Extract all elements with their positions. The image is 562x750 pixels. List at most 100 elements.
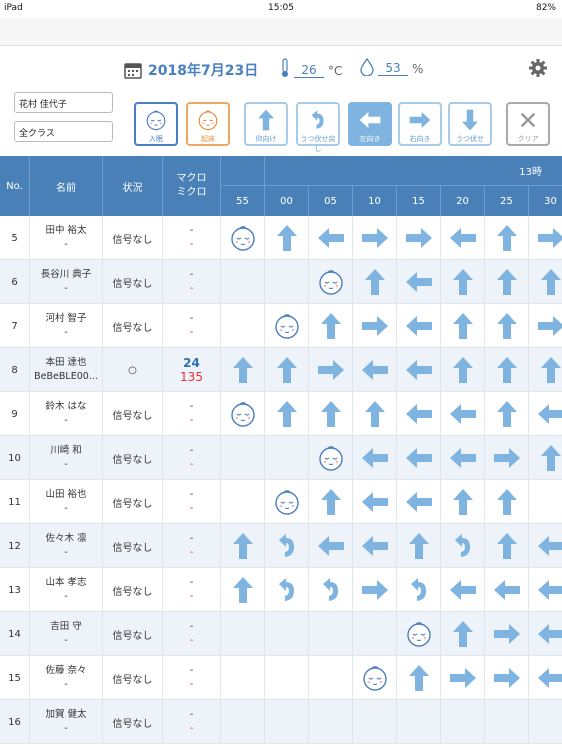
child-name-cell[interactable]: 山本 孝志 - — [30, 568, 103, 612]
check-cell[interactable] — [309, 304, 353, 348]
check-cell[interactable] — [397, 304, 441, 348]
check-cell[interactable] — [441, 392, 485, 436]
check-cell[interactable] — [485, 568, 529, 612]
check-cell[interactable] — [353, 480, 397, 524]
check-cell[interactable] — [397, 260, 441, 304]
check-cell[interactable] — [265, 656, 309, 700]
check-cell[interactable] — [265, 568, 309, 612]
check-cell[interactable] — [397, 392, 441, 436]
child-name-cell[interactable]: 佐々木 凛 - — [30, 524, 103, 568]
check-cell[interactable] — [265, 392, 309, 436]
check-cell[interactable] — [529, 348, 562, 392]
check-cell[interactable] — [397, 612, 441, 656]
check-cell[interactable] — [221, 216, 265, 260]
check-cell[interactable] — [309, 348, 353, 392]
action-button-sleep[interactable]: 入眠 — [134, 102, 178, 146]
action-button-turn[interactable]: うつ伏せ戻し — [296, 102, 340, 153]
check-cell[interactable] — [309, 480, 353, 524]
check-cell[interactable] — [441, 700, 485, 744]
check-cell[interactable] — [353, 568, 397, 612]
check-cell[interactable] — [353, 304, 397, 348]
check-cell[interactable] — [529, 480, 562, 524]
action-button-down[interactable]: うつ伏せ — [448, 102, 492, 146]
check-cell[interactable] — [441, 480, 485, 524]
check-cell[interactable] — [221, 524, 265, 568]
child-name-cell[interactable]: 鈴木 はな - — [30, 392, 103, 436]
check-cell[interactable] — [265, 436, 309, 480]
teacher-select[interactable]: 花村 佳代子 — [14, 92, 113, 113]
check-cell[interactable] — [221, 304, 265, 348]
check-cell[interactable] — [485, 700, 529, 744]
check-cell[interactable] — [397, 436, 441, 480]
date-display[interactable]: 2018年7月23日 — [124, 60, 258, 80]
check-cell[interactable] — [441, 216, 485, 260]
check-cell[interactable] — [221, 700, 265, 744]
check-cell[interactable] — [265, 348, 309, 392]
check-cell[interactable] — [353, 348, 397, 392]
check-cell[interactable] — [441, 260, 485, 304]
check-cell[interactable] — [309, 436, 353, 480]
check-cell[interactable] — [309, 392, 353, 436]
check-cell[interactable] — [441, 612, 485, 656]
child-name-cell[interactable]: 加賀 健太 - — [30, 700, 103, 744]
check-cell[interactable] — [485, 216, 529, 260]
check-cell[interactable] — [353, 436, 397, 480]
check-cell[interactable] — [529, 436, 562, 480]
action-button-wake[interactable]: 起床 — [186, 102, 230, 146]
check-cell[interactable] — [221, 612, 265, 656]
check-cell[interactable] — [309, 700, 353, 744]
check-cell[interactable] — [265, 480, 309, 524]
check-cell[interactable] — [353, 612, 397, 656]
check-cell[interactable] — [485, 612, 529, 656]
check-cell[interactable] — [353, 524, 397, 568]
check-cell[interactable] — [309, 656, 353, 700]
check-cell[interactable] — [309, 260, 353, 304]
check-cell[interactable] — [265, 216, 309, 260]
check-cell[interactable] — [441, 524, 485, 568]
check-cell[interactable] — [397, 480, 441, 524]
class-select[interactable]: 全クラス — [14, 121, 113, 142]
check-cell[interactable] — [309, 216, 353, 260]
check-cell[interactable] — [397, 524, 441, 568]
child-name-cell[interactable]: 吉田 守 - — [30, 612, 103, 656]
action-button-clear[interactable]: クリア — [506, 102, 550, 146]
check-cell[interactable] — [397, 656, 441, 700]
check-cell[interactable] — [397, 348, 441, 392]
check-cell[interactable] — [221, 568, 265, 612]
temperature-value[interactable]: 26 — [294, 63, 324, 78]
check-cell[interactable] — [485, 260, 529, 304]
check-cell[interactable] — [529, 656, 562, 700]
check-cell[interactable] — [353, 260, 397, 304]
check-cell[interactable] — [485, 348, 529, 392]
check-cell[interactable] — [529, 700, 562, 744]
action-button-left[interactable]: 左向き — [348, 102, 392, 146]
check-cell[interactable] — [529, 260, 562, 304]
check-cell[interactable] — [529, 304, 562, 348]
check-cell[interactable] — [441, 304, 485, 348]
check-cell[interactable] — [221, 436, 265, 480]
child-name-cell[interactable]: 佐藤 奈々 - — [30, 656, 103, 700]
check-cell[interactable] — [397, 700, 441, 744]
action-button-up[interactable]: 仰向け — [244, 102, 288, 146]
check-cell[interactable] — [221, 656, 265, 700]
check-cell[interactable] — [485, 524, 529, 568]
check-cell[interactable] — [353, 392, 397, 436]
child-name-cell[interactable]: 長谷川 典子 - — [30, 260, 103, 304]
check-cell[interactable] — [265, 700, 309, 744]
child-name-cell[interactable]: 山田 裕也 - — [30, 480, 103, 524]
check-cell[interactable] — [221, 392, 265, 436]
child-name-cell[interactable]: 川崎 和 - — [30, 436, 103, 480]
humidity-value[interactable]: 53 — [378, 61, 408, 76]
check-cell[interactable] — [397, 568, 441, 612]
check-cell[interactable] — [221, 348, 265, 392]
check-cell[interactable] — [353, 656, 397, 700]
check-cell[interactable] — [529, 392, 562, 436]
check-cell[interactable] — [529, 612, 562, 656]
check-cell[interactable] — [485, 392, 529, 436]
check-cell[interactable] — [485, 304, 529, 348]
check-cell[interactable] — [265, 304, 309, 348]
check-cell[interactable] — [485, 436, 529, 480]
check-cell[interactable] — [529, 524, 562, 568]
action-button-right[interactable]: 右向き — [398, 102, 442, 146]
check-cell[interactable] — [221, 480, 265, 524]
